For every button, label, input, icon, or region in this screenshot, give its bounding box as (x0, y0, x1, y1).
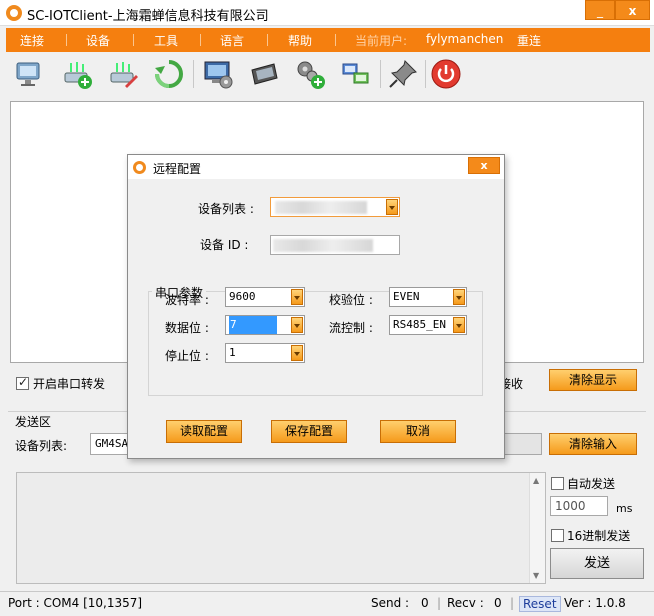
parity-label: 校验位 : (329, 293, 373, 307)
data-bits-value: 7 (229, 316, 277, 334)
title-bar: SC-IOTClient-上海霜蝉信息科技有限公司 _ x (0, 0, 654, 26)
menu-separator (133, 34, 134, 46)
send-count-value: 0 (421, 596, 429, 610)
recv-count-label: Recv : (447, 596, 484, 610)
monitor-network-icon[interactable] (12, 58, 44, 90)
toolbar-separator (193, 60, 194, 88)
stop-bits-label: 停止位 : (165, 349, 209, 363)
menu-connect[interactable]: 连接 (20, 32, 44, 49)
chevron-down-icon[interactable] (291, 317, 303, 333)
scroll-up-icon[interactable]: ▲ (533, 476, 539, 485)
send-section-label: 发送区 (15, 415, 52, 429)
clear-display-button[interactable]: 清除显示 (549, 369, 637, 391)
dialog-close-button[interactable]: x (468, 157, 500, 174)
send-device-extra-field[interactable] (504, 433, 542, 455)
toolbar-separator (425, 60, 426, 88)
app-logo-icon (6, 5, 22, 21)
router-add-icon[interactable] (61, 58, 93, 90)
toolbar-separator (380, 60, 381, 88)
menu-device[interactable]: 设备 (86, 32, 110, 49)
close-button[interactable]: x (615, 0, 650, 20)
status-separator: | (437, 596, 442, 610)
dialog-title: 远程配置 (153, 162, 202, 176)
serial-forward-label: 开启串口转发 (33, 377, 106, 391)
baud-rate-label: 波特率 : (165, 293, 209, 307)
chevron-down-icon[interactable] (453, 289, 465, 305)
power-icon[interactable] (430, 58, 462, 90)
dialog-device-list-label: 设备列表 : (198, 202, 254, 216)
send-button[interactable]: 发送 (550, 548, 644, 579)
chevron-down-icon[interactable] (453, 317, 465, 333)
hex-send-label: 16进制发送 (567, 529, 631, 543)
clear-input-button[interactable]: 清除输入 (549, 433, 637, 455)
router-edit-icon[interactable] (107, 58, 139, 90)
redacted-device-id (273, 239, 373, 252)
chevron-down-icon[interactable] (386, 199, 398, 215)
data-bits-select[interactable]: 7 (225, 315, 305, 335)
dialog-device-id-label: 设备 ID : (200, 238, 249, 252)
windows-connect-icon[interactable] (340, 58, 372, 90)
status-separator: | (510, 596, 515, 610)
port-status: Port : COM4 [10,1357] (8, 596, 143, 610)
send-count-label: Send : (371, 596, 410, 610)
dialog-device-id-field[interactable] (270, 235, 400, 255)
scroll-down-icon[interactable]: ▼ (533, 571, 539, 580)
read-config-button[interactable]: 读取配置 (166, 420, 242, 443)
auto-send-checkbox[interactable] (551, 477, 564, 490)
minimize-button[interactable]: _ (585, 0, 615, 20)
pin-icon[interactable] (387, 58, 419, 90)
current-user-label: 当前用户: (355, 34, 408, 48)
gears-add-icon[interactable] (294, 58, 326, 90)
save-config-button[interactable]: 保存配置 (271, 420, 347, 443)
remote-config-dialog: 远程配置 x 设备列表 : 设备 ID : 串口参数 波特率 : 9600 校验… (127, 154, 505, 459)
version-label: Ver : 1.0.8 (564, 596, 626, 610)
menu-tools[interactable]: 工具 (154, 32, 178, 49)
dialog-body: 设备列表 : 设备 ID : 串口参数 波特率 : 9600 校验位 : EVE… (128, 179, 504, 458)
data-bits-label: 数据位 : (165, 321, 209, 335)
dialog-device-select[interactable] (270, 197, 400, 217)
chevron-down-icon[interactable] (291, 345, 303, 361)
dialog-title-bar: 远程配置 x (128, 155, 504, 179)
stop-bits-select[interactable]: 1 (225, 343, 305, 363)
baud-rate-select[interactable]: 9600 (225, 287, 305, 307)
refresh-icon[interactable] (153, 58, 185, 90)
menu-separator (267, 34, 268, 46)
menu-bar: 连接 设备 工具 语言 帮助 当前用户: fylymanchen 重连 (6, 28, 650, 52)
reset-counter-button[interactable]: Reset (519, 596, 561, 612)
parity-value: EVEN (393, 290, 420, 303)
send-area-scrollbar[interactable]: ▲ ▼ (529, 473, 545, 583)
stop-bits-value: 1 (229, 346, 236, 359)
send-text-area[interactable]: ▲ ▼ (16, 472, 546, 584)
interval-unit-label: ms (616, 502, 633, 515)
status-bar: Port : COM4 [10,1357] Send : 0 | Recv : … (0, 591, 654, 616)
cancel-button[interactable]: 取消 (380, 420, 456, 443)
hex-send-checkbox[interactable] (551, 529, 564, 542)
send-device-list-label: 设备列表: (15, 439, 68, 453)
auto-send-label: 自动发送 (567, 477, 616, 491)
tablet-device-icon[interactable] (248, 58, 280, 90)
window-title: SC-IOTClient-上海霜蝉信息科技有限公司 (27, 9, 269, 24)
dialog-logo-icon (133, 161, 146, 174)
parity-select[interactable]: EVEN (389, 287, 467, 307)
serial-forward-checkbox[interactable] (16, 375, 29, 390)
baud-rate-value: 9600 (229, 290, 256, 303)
menu-separator (335, 34, 336, 46)
menu-language[interactable]: 语言 (220, 32, 244, 49)
menu-separator (66, 34, 67, 46)
chevron-down-icon[interactable] (291, 289, 303, 305)
redacted-device-name (275, 201, 367, 214)
flow-control-value: RS485_EN (393, 318, 446, 331)
menu-separator (200, 34, 201, 46)
computer-settings-icon[interactable] (202, 58, 234, 90)
flow-control-select[interactable]: RS485_EN (389, 315, 467, 335)
recv-count-value: 0 (494, 596, 502, 610)
reconnect-link[interactable]: 重连 (517, 32, 541, 49)
current-username: fylymanchen (426, 32, 504, 46)
toolbar (6, 54, 650, 94)
menu-help[interactable]: 帮助 (288, 32, 312, 49)
flow-control-label: 流控制 : (329, 321, 373, 335)
send-interval-input[interactable]: 1000 (550, 496, 608, 516)
